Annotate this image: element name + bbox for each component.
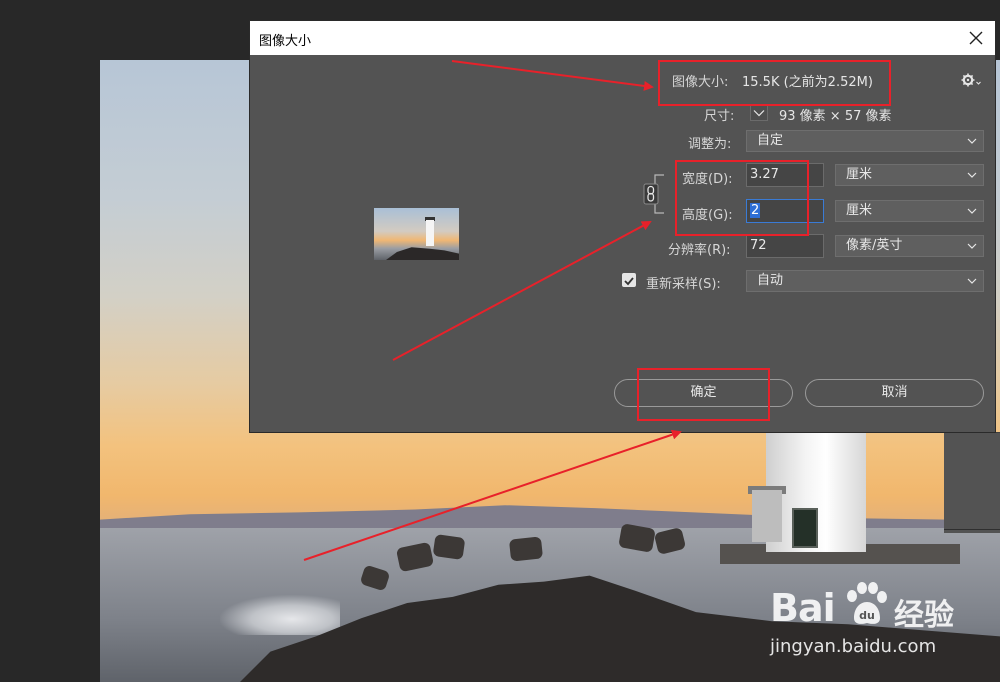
resolution-input[interactable]: 72: [746, 234, 824, 258]
constrain-proportions-link[interactable]: [642, 172, 668, 216]
width-unit-value: 厘米: [846, 167, 873, 182]
close-button[interactable]: [963, 25, 989, 51]
height-unit-select[interactable]: 厘米: [835, 200, 984, 222]
dialog-title: 图像大小: [259, 34, 312, 49]
chevron-down-icon: [967, 172, 977, 178]
resolution-label: 分辨率(R):: [668, 243, 731, 258]
chevron-down-icon: [967, 208, 977, 214]
width-unit-select[interactable]: 厘米: [835, 164, 984, 186]
height-unit-value: 厘米: [846, 203, 873, 218]
chevron-down-icon: [967, 278, 977, 284]
watermark-bai: Bai: [770, 586, 836, 630]
resolution-unit-select[interactable]: 像素/英寸: [835, 235, 984, 257]
dimensions-value: 93 像素 × 57 像素: [779, 109, 892, 124]
dimensions-label: 尺寸:: [704, 109, 735, 124]
dialog-titlebar[interactable]: 图像大小: [250, 21, 995, 55]
rock: [432, 534, 466, 560]
svg-text:du: du: [859, 609, 875, 622]
wave-foam: [220, 595, 340, 635]
resample-select[interactable]: 自动: [746, 270, 984, 292]
paw-icon: du: [847, 582, 887, 624]
resolution-unit-value: 像素/英寸: [846, 238, 903, 253]
annotation-box-width-height: [675, 160, 809, 236]
resample-value: 自动: [757, 273, 784, 288]
watermark-url: jingyan.baidu.com: [770, 636, 937, 657]
watermark-jingyan: 经验: [894, 598, 954, 633]
gear-icon: [961, 73, 981, 87]
fit-to-label: 调整为:: [688, 137, 732, 152]
baidu-jingyan-watermark: Bai du 经验 jingyan.baidu.com: [770, 578, 970, 668]
cancel-button[interactable]: 取消: [805, 379, 984, 407]
rock: [508, 536, 544, 562]
close-icon: [969, 31, 983, 45]
annotation-box-image-size: [658, 60, 891, 106]
hut: [752, 490, 782, 542]
fit-to-select[interactable]: 自定: [746, 130, 984, 152]
side-panel-fragment: [944, 432, 1000, 533]
preview-thumbnail: [374, 208, 459, 260]
resample-checkbox[interactable]: [622, 273, 636, 287]
chevron-down-icon: [967, 243, 977, 249]
chevron-down-icon: [967, 138, 977, 144]
annotation-box-ok: [637, 368, 770, 421]
fit-to-value: 自定: [757, 133, 784, 148]
lighthouse-door: [792, 508, 818, 548]
dimensions-toggle[interactable]: [750, 105, 768, 125]
chevron-down-icon: [750, 105, 768, 121]
settings-menu[interactable]: [961, 72, 981, 91]
checkmark-icon: [624, 277, 634, 286]
resample-label: 重新采样(S):: [646, 277, 721, 292]
